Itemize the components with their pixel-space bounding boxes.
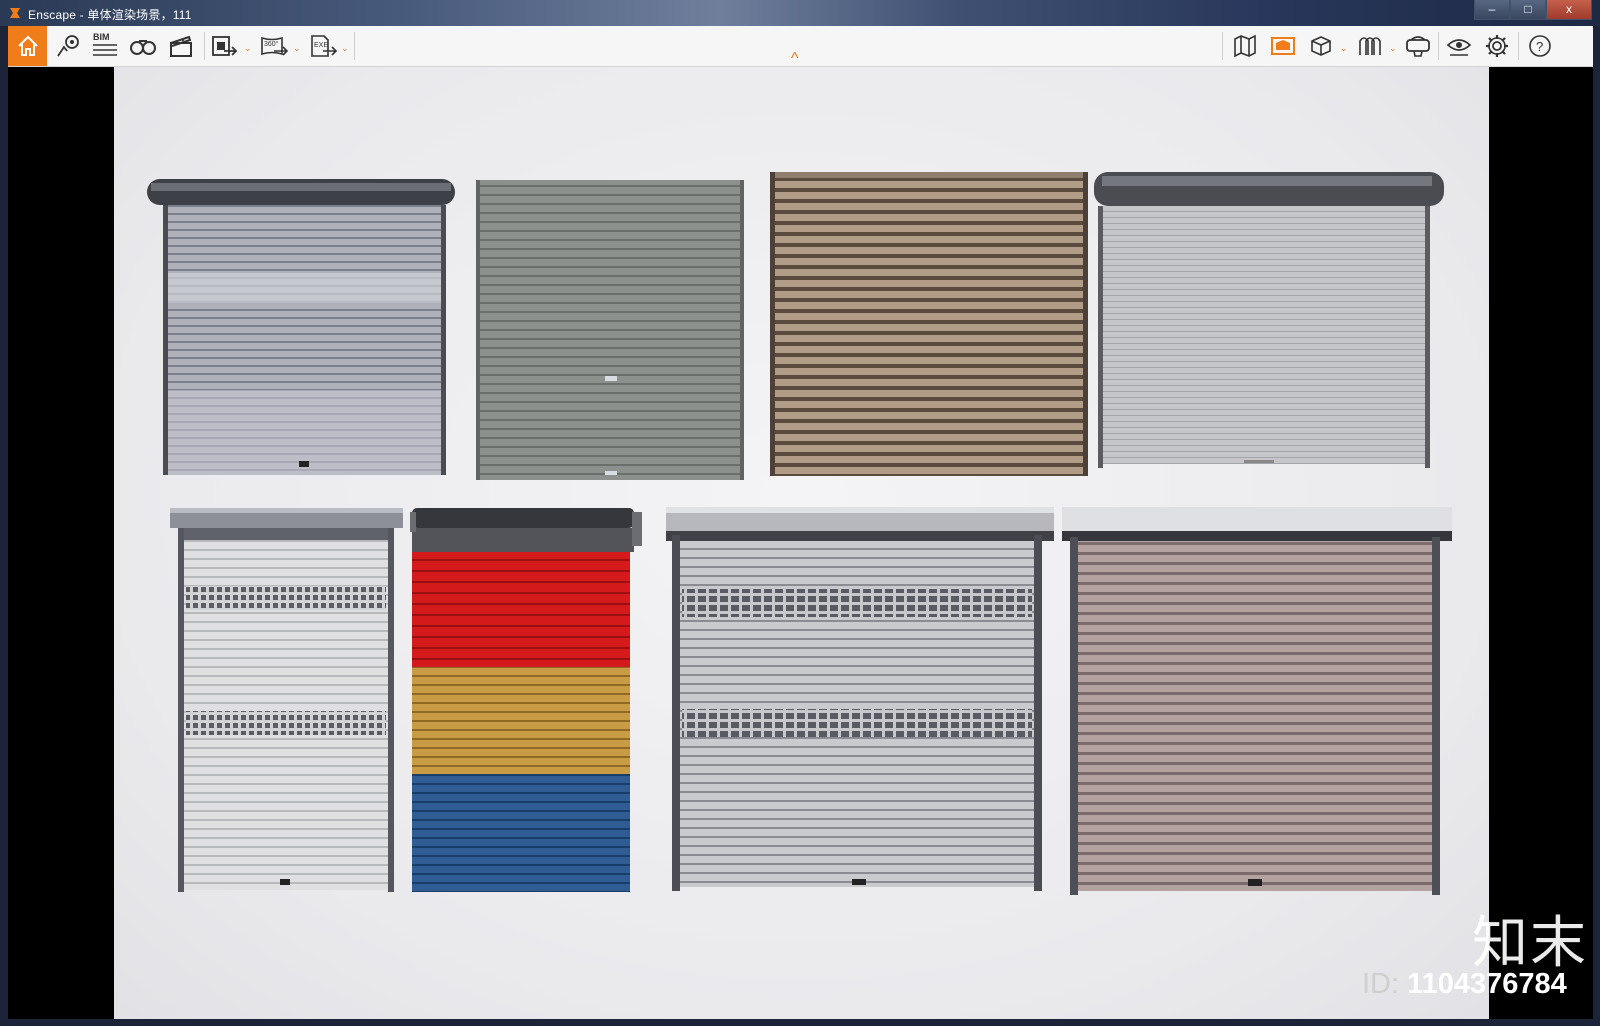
letterbox-left <box>8 67 114 1019</box>
shutter-3 <box>770 172 1088 476</box>
settings-gear-icon <box>1486 35 1508 57</box>
svg-text:EXE: EXE <box>314 42 328 49</box>
vr-headset-button[interactable] <box>1401 26 1435 66</box>
letterbox-right <box>1489 67 1593 1019</box>
materials-icon <box>1359 37 1381 55</box>
asset-library-icon <box>1271 37 1295 55</box>
visibility-button[interactable] <box>1442 26 1476 66</box>
collapse-toolbar-icon[interactable]: ^ <box>791 50 799 68</box>
cube-dropdown-icon[interactable]: ⌄ <box>1340 43 1348 54</box>
export-dropdown-icon[interactable]: ⌄ <box>341 43 349 54</box>
materials-dropdown-icon[interactable]: ⌄ <box>1389 43 1397 54</box>
home-icon <box>17 35 38 56</box>
shutter-1 <box>147 179 455 475</box>
shutter-5 <box>170 508 403 892</box>
video-editor-button[interactable] <box>164 26 198 66</box>
enscape-logo-icon <box>10 8 20 18</box>
window-frame-right <box>1593 26 1600 1026</box>
panorama-button[interactable]: 360° <box>258 26 290 66</box>
bim-button[interactable]: BIM <box>88 26 122 66</box>
svg-text:360°: 360° <box>264 40 279 48</box>
export-button[interactable]: EXE <box>307 26 339 66</box>
panorama-icon: 360° <box>261 36 289 56</box>
window-frame-left <box>0 26 8 1026</box>
help-button[interactable]: ? <box>1523 26 1557 66</box>
window-frame-bottom <box>0 1019 1600 1026</box>
export-exe-icon: EXE <box>311 35 337 57</box>
title-bar: Enscape - 单体渲染场景，111 – □ x <box>0 0 1600 26</box>
cube-button[interactable] <box>1304 26 1338 66</box>
map-button[interactable] <box>1228 26 1262 66</box>
window-title: Enscape - 单体渲染场景，111 <box>28 8 192 22</box>
binoculars-button[interactable] <box>126 26 160 66</box>
eye-icon <box>1446 39 1472 56</box>
panorama-dropdown-icon[interactable]: ⌄ <box>293 43 301 54</box>
asset-library-button[interactable] <box>1266 26 1300 66</box>
svg-text:BIM: BIM <box>93 32 110 42</box>
cube-icon <box>1311 36 1331 56</box>
minimize-button[interactable]: – <box>1474 0 1510 20</box>
home-button[interactable] <box>8 26 47 66</box>
help-icon: ? <box>1529 35 1551 57</box>
svg-text:?: ? <box>1536 39 1543 54</box>
maximize-button[interactable]: □ <box>1510 0 1546 20</box>
views-icon <box>57 35 79 57</box>
bim-icon: BIM <box>93 32 117 56</box>
map-icon <box>1234 34 1256 58</box>
binoculars-icon <box>130 40 156 55</box>
shutter-7 <box>666 507 1054 891</box>
toolbar: BIM ⌄ 360° ⌄ EXE ⌄ ⌄ ⌄ ? <box>8 26 1593 67</box>
screenshot-button[interactable] <box>208 26 240 66</box>
shutter-4 <box>1094 172 1444 468</box>
clapperboard-icon <box>170 35 192 57</box>
close-button[interactable]: x <box>1546 0 1592 20</box>
watermark-id: ID: 1104376784 <box>1362 968 1567 1001</box>
settings-button[interactable] <box>1480 26 1514 66</box>
vr-headset-icon <box>1406 36 1430 57</box>
watermark-id-number: 1104376784 <box>1407 968 1567 1000</box>
shutter-2 <box>476 180 744 480</box>
screenshot-icon <box>212 36 238 56</box>
screenshot-dropdown-icon[interactable]: ⌄ <box>244 43 252 54</box>
shutter-6 <box>410 508 642 892</box>
materials-button[interactable] <box>1353 26 1387 66</box>
watermark-id-prefix: ID: <box>1362 968 1400 1000</box>
shutter-8 <box>1062 507 1452 895</box>
watermark-logo: 知末 <box>1472 911 1588 976</box>
views-button[interactable] <box>51 26 85 66</box>
